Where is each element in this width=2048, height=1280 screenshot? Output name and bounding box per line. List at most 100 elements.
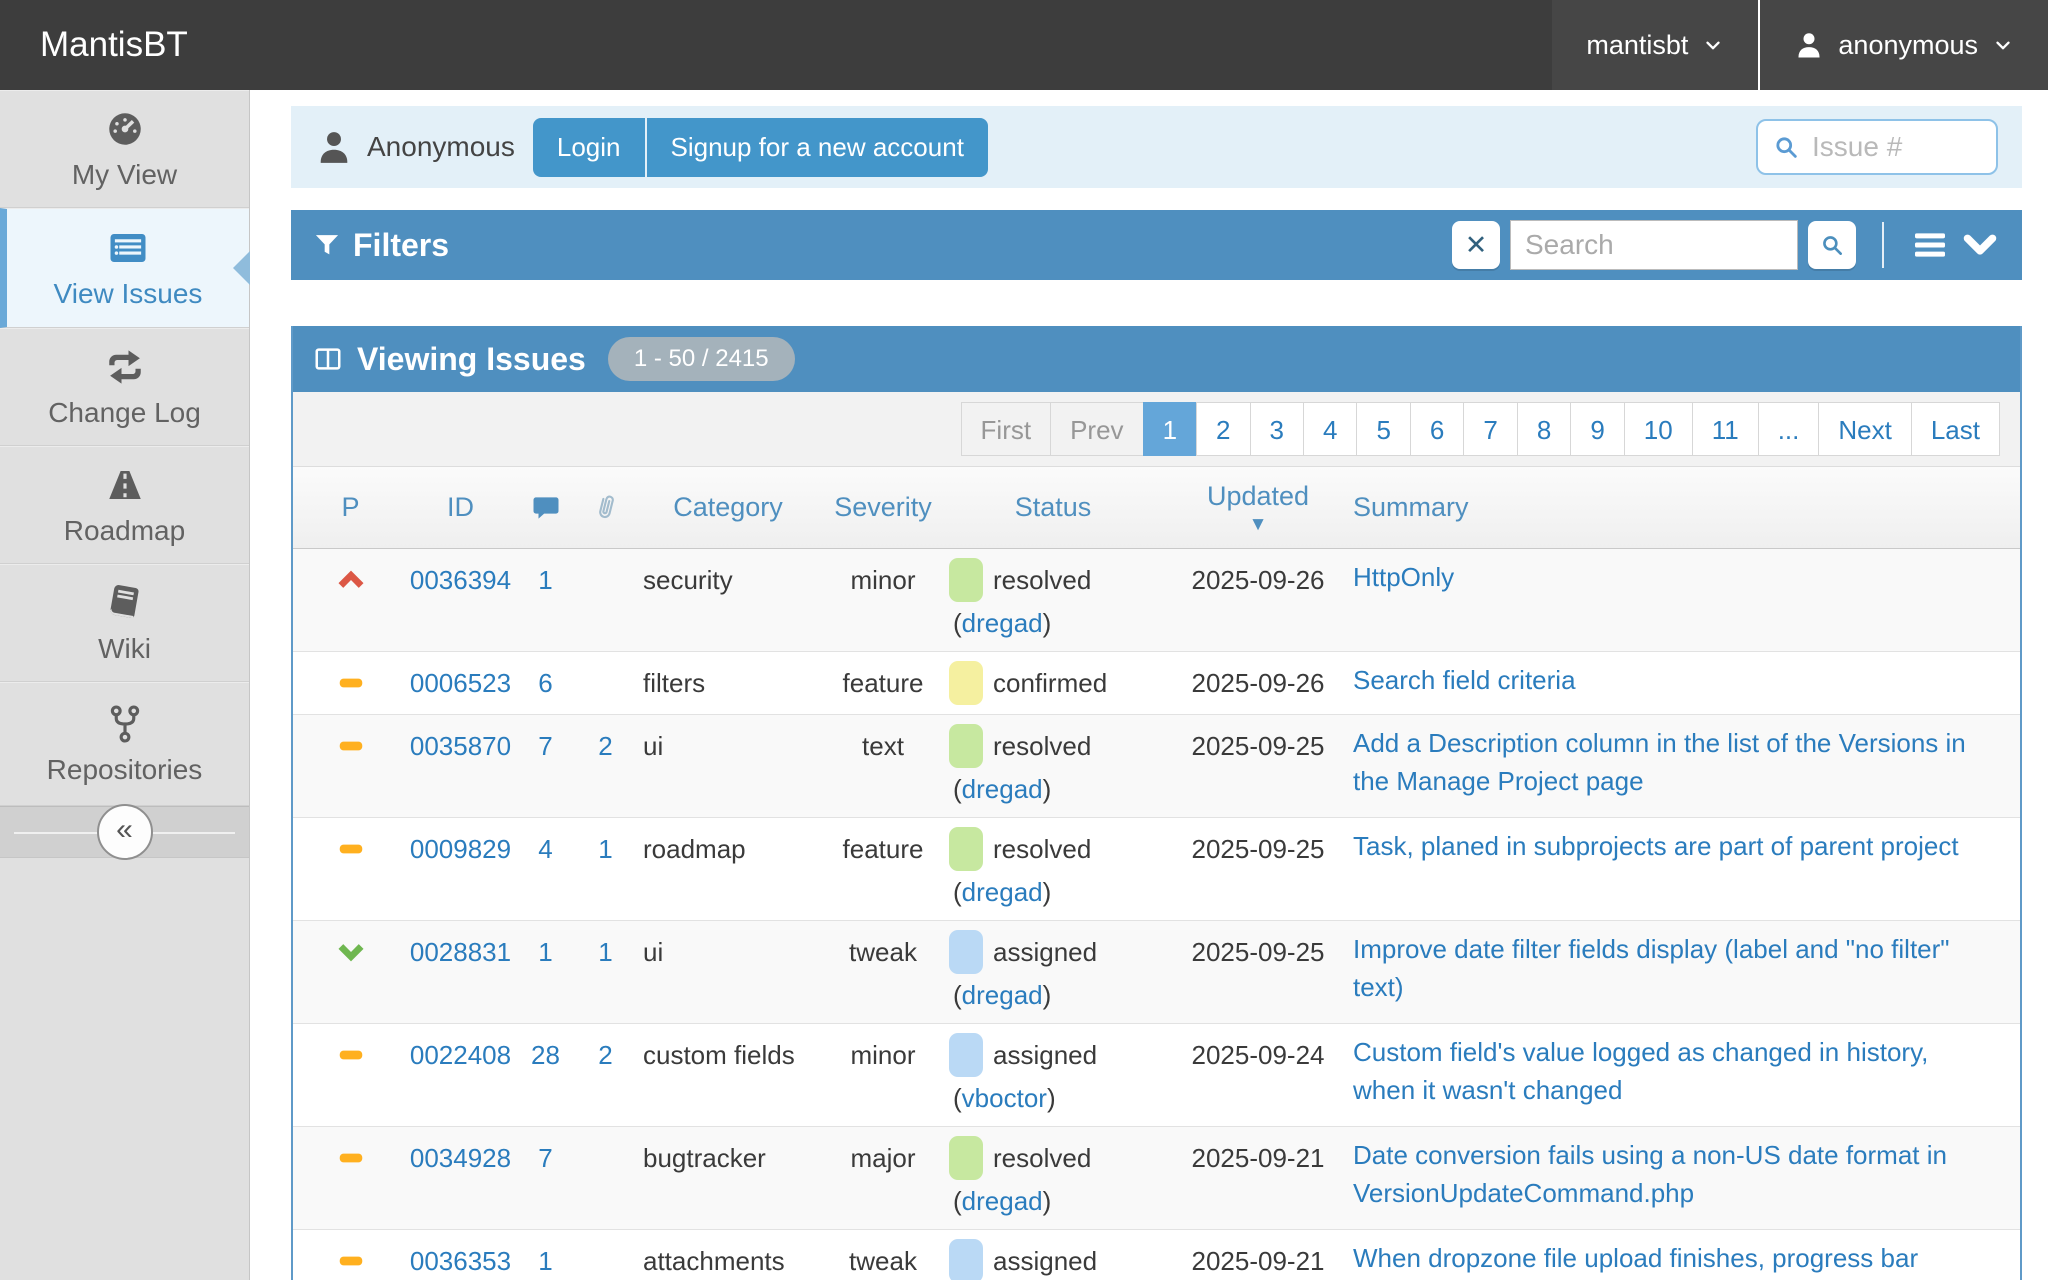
app-logo[interactable]: MantisBT xyxy=(0,0,188,90)
summary-link[interactable]: When dropzone file upload finishes, prog… xyxy=(1353,1243,1918,1273)
sidebar-collapse-button[interactable]: « xyxy=(97,804,153,860)
column-header-status[interactable]: Status xyxy=(943,492,1163,523)
page-first: First xyxy=(961,402,1052,456)
note-count-link[interactable]: 7 xyxy=(538,1143,552,1173)
note-count-link[interactable]: 1 xyxy=(538,565,552,595)
page-title: Viewing Issues xyxy=(357,341,586,378)
page-7[interactable]: 7 xyxy=(1463,402,1517,456)
summary-link[interactable]: Custom field's value logged as changed i… xyxy=(1353,1037,1928,1105)
note-count-link[interactable]: 7 xyxy=(538,731,552,761)
summary-link[interactable]: Improve date filter fields display (labe… xyxy=(1353,934,1950,1002)
filter-icon xyxy=(313,231,341,259)
page-last[interactable]: Last xyxy=(1911,402,2000,456)
attachment-count-link[interactable]: 2 xyxy=(598,1040,612,1070)
collapse-panel-chevron-icon[interactable] xyxy=(1960,225,2000,265)
issue-id-link[interactable]: 0022408 xyxy=(410,1040,511,1070)
project-dropdown[interactable]: mantisbt xyxy=(1552,0,1758,90)
column-header-priority[interactable]: P xyxy=(293,492,408,523)
page-8[interactable]: 8 xyxy=(1517,402,1571,456)
issue-number-input[interactable] xyxy=(1810,130,1982,164)
sidebar-item-wiki[interactable]: Wiki xyxy=(0,564,249,682)
handler-link[interactable]: dregad xyxy=(962,1186,1043,1216)
priority-normal-icon xyxy=(293,724,408,808)
status-line: resolved xyxy=(949,1136,1163,1180)
issue-id-link[interactable]: 0009829 xyxy=(410,834,511,864)
page-11[interactable]: 11 xyxy=(1692,402,1759,456)
page-4[interactable]: 4 xyxy=(1303,402,1357,456)
close-icon: ✕ xyxy=(1465,230,1488,261)
sidebar-item-my-view[interactable]: My View xyxy=(0,90,249,208)
category-cell: attachments xyxy=(633,1239,823,1280)
handler-link[interactable]: dregad xyxy=(962,980,1043,1010)
clear-filter-button[interactable]: ✕ xyxy=(1452,221,1500,269)
issue-id-link[interactable]: 0036353 xyxy=(410,1246,511,1276)
status-cell: assigned(dregad) xyxy=(943,1239,1163,1280)
summary-link[interactable]: Add a Description column in the list of … xyxy=(1353,728,1966,796)
handler-link[interactable]: vboctor xyxy=(962,1083,1047,1113)
category-cell: ui xyxy=(633,724,823,808)
column-header-attachments[interactable] xyxy=(578,492,633,524)
status-cell: resolved(dregad) xyxy=(943,724,1163,808)
signup-button[interactable]: Signup for a new account xyxy=(645,118,988,177)
status-color-swatch xyxy=(949,558,983,602)
page-9[interactable]: 9 xyxy=(1570,402,1624,456)
sidebar-item-change-log[interactable]: Change Log xyxy=(0,328,249,446)
user-dropdown-label: anonymous xyxy=(1838,30,1978,61)
handler-link[interactable]: dregad xyxy=(962,608,1043,638)
column-header-summary[interactable]: Summary xyxy=(1353,492,2020,523)
menu-icon[interactable] xyxy=(1910,225,1950,265)
issue-id-link[interactable]: 0034928 xyxy=(410,1143,511,1173)
page-2[interactable]: 2 xyxy=(1196,402,1250,456)
summary-link[interactable]: HttpOnly xyxy=(1353,562,1454,592)
note-count-link[interactable]: 4 xyxy=(538,834,552,864)
column-header-updated[interactable]: Updated ▼ xyxy=(1163,481,1353,534)
column-header-category[interactable]: Category xyxy=(633,492,823,523)
status-cell: assigned(vboctor) xyxy=(943,1033,1163,1117)
user-dropdown[interactable]: anonymous xyxy=(1758,0,2048,90)
page-1[interactable]: 1 xyxy=(1143,402,1197,456)
issue-id-link[interactable]: 0036394 xyxy=(410,565,511,595)
filters-title: Filters xyxy=(353,227,449,264)
issue-number-search xyxy=(1756,119,1998,175)
status-line: assigned xyxy=(949,1033,1163,1077)
column-header-severity[interactable]: Severity xyxy=(823,492,943,523)
page-10[interactable]: 10 xyxy=(1624,402,1693,456)
issue-id-cell: 0028831 xyxy=(408,930,513,1014)
note-count-link[interactable]: 28 xyxy=(531,1040,560,1070)
column-header-notes[interactable] xyxy=(513,492,578,524)
column-header-id[interactable]: ID xyxy=(408,492,513,523)
summary-link[interactable]: Date conversion fails using a non-US dat… xyxy=(1353,1140,1947,1208)
sidebar-item-roadmap[interactable]: Roadmap xyxy=(0,446,249,564)
note-count-link[interactable]: 1 xyxy=(538,937,552,967)
filter-search-button[interactable] xyxy=(1808,221,1856,269)
priority-normal-icon xyxy=(293,661,408,705)
status-cell: resolved(dregad) xyxy=(943,827,1163,911)
issue-id-cell: 0036353 xyxy=(408,1239,513,1280)
page-...[interactable]: ... xyxy=(1758,402,1820,456)
summary-link[interactable]: Task, planed in subprojects are part of … xyxy=(1353,831,1959,861)
filter-search-input[interactable] xyxy=(1510,220,1798,270)
summary-cell: Add a Description column in the list of … xyxy=(1353,724,2020,808)
attachment-count-link[interactable]: 1 xyxy=(598,937,612,967)
repeat-icon xyxy=(104,346,146,388)
sidebar-item-view-issues[interactable]: View Issues xyxy=(0,208,249,328)
issue-id-link[interactable]: 0035870 xyxy=(410,731,511,761)
attachment-count-link[interactable]: 2 xyxy=(598,731,612,761)
note-count-link[interactable]: 6 xyxy=(538,668,552,698)
page-6[interactable]: 6 xyxy=(1410,402,1464,456)
handler-link[interactable]: dregad xyxy=(962,877,1043,907)
login-button[interactable]: Login xyxy=(533,118,645,177)
issue-id-link[interactable]: 0006523 xyxy=(410,668,511,698)
attachment-count-link[interactable]: 1 xyxy=(598,834,612,864)
sidebar-item-repositories[interactable]: Repositories xyxy=(0,682,249,806)
issue-id-link[interactable]: 0028831 xyxy=(410,937,511,967)
page-5[interactable]: 5 xyxy=(1356,402,1410,456)
issue-range-badge: 1 - 50 / 2415 xyxy=(608,337,795,381)
page-next[interactable]: Next xyxy=(1818,402,1911,456)
note-count-link[interactable]: 1 xyxy=(538,1246,552,1276)
page-3[interactable]: 3 xyxy=(1250,402,1304,456)
summary-link[interactable]: Search field criteria xyxy=(1353,665,1576,695)
status-label: resolved xyxy=(993,561,1091,599)
handler-link[interactable]: dregad xyxy=(962,774,1043,804)
updated-cell: 2025-09-21 xyxy=(1163,1239,1353,1280)
